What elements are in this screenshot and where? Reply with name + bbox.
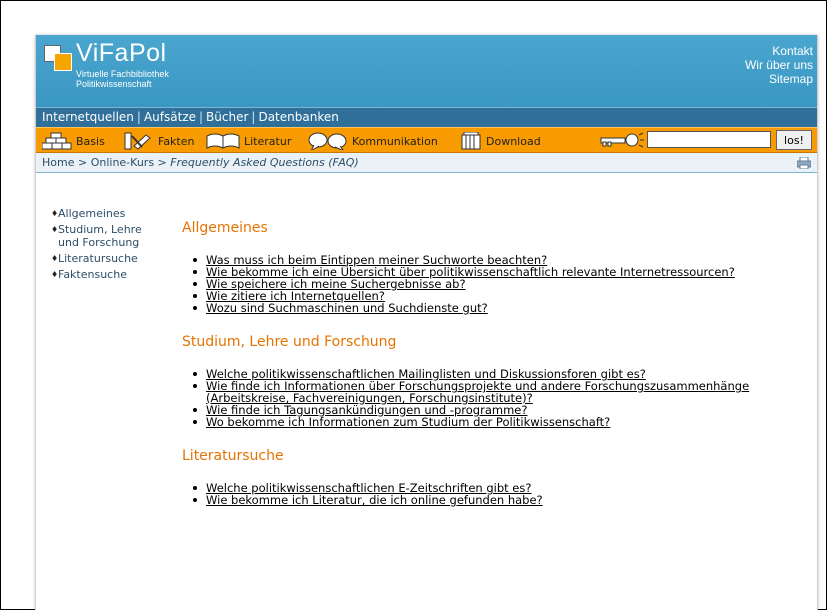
side-nav: ♦ Allgemeines ♦ Studium, Lehre und Forsc…: [51, 207, 161, 284]
section-title-literatursuche: Literatursuche: [182, 448, 284, 464]
toolbar-literatur-label: Literatur: [244, 134, 292, 148]
search-button[interactable]: los!: [776, 130, 812, 150]
sidenav-link[interactable]: Allgemeines: [58, 207, 125, 220]
print-icon[interactable]: [797, 157, 811, 169]
question-list: Welche politikwissenschaftlichen Mailing…: [182, 368, 782, 428]
sidenav-link[interactable]: Faktensuche: [58, 268, 127, 281]
nav-separator: |: [251, 110, 256, 124]
question-list: Was muss ich beim Eintippen meiner Suchw…: [182, 254, 782, 314]
file-cabinet-icon: [461, 132, 481, 150]
bullet-icon: ♦: [51, 225, 59, 234]
toolbar-fakten[interactable]: Fakten: [124, 130, 194, 152]
question-link[interactable]: Wie finde ich Informationen über Forschu…: [206, 379, 749, 405]
main-nav: Internetquellen | Aufsätze | Bücher | Datenban…: [36, 107, 817, 127]
site-header: ViFaPol Virtuelle Fachbibliothek Politik…: [36, 35, 817, 107]
breadcrumb-separator: >: [157, 156, 167, 169]
section-title-studium: Studium, Lehre und Forschung: [182, 334, 397, 350]
faq-content: Allgemeines Was muss ich beim Eintippen …: [182, 219, 782, 506]
site-subtitle-line2: Politikwissenschaft: [76, 79, 152, 89]
header-links: Kontakt Wir über uns Sitemap: [745, 44, 813, 86]
sidenav-item-faktensuche[interactable]: ♦ Faktensuche: [51, 268, 161, 281]
sidenav-item-literatursuche[interactable]: ♦ Literatursuche: [51, 252, 161, 265]
breadcrumb-current: Frequently Asked Questions (FAQ): [170, 156, 359, 169]
site-subtitle: Virtuelle Fachbibliothek Politikwissensc…: [76, 69, 296, 89]
question-link[interactable]: Wo bekomme ich Informationen zum Studium…: [206, 415, 610, 429]
nav-separator: |: [199, 110, 204, 124]
about-link[interactable]: Wir über uns: [745, 58, 813, 72]
tools-icon: [124, 132, 151, 150]
vifapol-logo-icon[interactable]: [44, 45, 74, 75]
breadcrumb: Home > Online-Kurs > Frequently Asked Qu…: [36, 153, 817, 173]
bullet-icon: ♦: [51, 270, 59, 279]
nav-aufsaetze[interactable]: Aufsätze: [144, 110, 196, 124]
sidenav-item-allgemeines[interactable]: ♦ Allgemeines: [51, 207, 161, 220]
sitemap-link[interactable]: Sitemap: [745, 72, 813, 86]
open-book-icon: [206, 133, 240, 149]
list-item: Wie finde ich Informationen über Forschu…: [182, 380, 782, 404]
building-blocks-icon: [42, 132, 72, 150]
nav-datenbanken[interactable]: Datenbanken: [258, 110, 338, 124]
site-logo[interactable]: ViFaPol: [76, 39, 167, 68]
breadcrumb-separator: >: [77, 156, 88, 169]
nav-buecher[interactable]: Bücher: [206, 110, 248, 124]
toolbar-basis-label: Basis: [76, 134, 105, 148]
bullet-icon: ♦: [51, 254, 59, 263]
sidenav-link[interactable]: Literatursuche: [58, 252, 138, 265]
toolbar-download[interactable]: Download: [460, 130, 541, 152]
toolbar-kommunikation-label: Kommunikation: [352, 134, 438, 148]
toolbar-literatur[interactable]: Literatur: [206, 130, 291, 152]
toolbar-fakten-label: Fakten: [158, 134, 195, 148]
question-link[interactable]: Wie bekomme ich Literatur, die ich onlin…: [206, 493, 543, 507]
speech-bubbles-icon: [308, 132, 347, 150]
toolbar: Basis Fakten Literatur Kommunikation Dow…: [36, 127, 817, 153]
list-item: Wo bekomme ich Informationen zum Studium…: [182, 416, 782, 428]
toolbar-kommunikation[interactable]: Kommunikation: [308, 130, 438, 152]
toolbar-download-label: Download: [486, 134, 541, 148]
question-link[interactable]: Wozu sind Suchmaschinen und Suchdienste …: [206, 301, 488, 315]
section-title-allgemeines: Allgemeines: [182, 220, 268, 236]
sidenav-item-studium[interactable]: ♦ Studium, Lehre und Forschung: [51, 223, 161, 249]
breadcrumb-online-kurs[interactable]: Online-Kurs: [91, 156, 154, 169]
question-list: Welche politikwissenschaftlichen E-Zeits…: [182, 482, 782, 506]
sidenav-link[interactable]: Studium, Lehre und Forschung: [58, 223, 161, 249]
breadcrumb-home[interactable]: Home: [42, 156, 74, 169]
contact-link[interactable]: Kontakt: [745, 44, 813, 58]
site-subtitle-line1: Virtuelle Fachbibliothek: [76, 69, 169, 79]
page-container: ViFaPol Virtuelle Fachbibliothek Politik…: [35, 35, 818, 610]
nav-separator: |: [136, 110, 141, 124]
list-item: Wozu sind Suchmaschinen und Suchdienste …: [182, 302, 782, 314]
search-input[interactable]: [647, 131, 771, 148]
nav-internetquellen[interactable]: Internetquellen: [42, 110, 134, 124]
bullet-icon: ♦: [51, 209, 59, 218]
toolbar-basis[interactable]: Basis: [42, 130, 105, 152]
key-icon: [600, 132, 644, 148]
list-item: Wie bekomme ich Literatur, die ich onlin…: [182, 494, 782, 506]
